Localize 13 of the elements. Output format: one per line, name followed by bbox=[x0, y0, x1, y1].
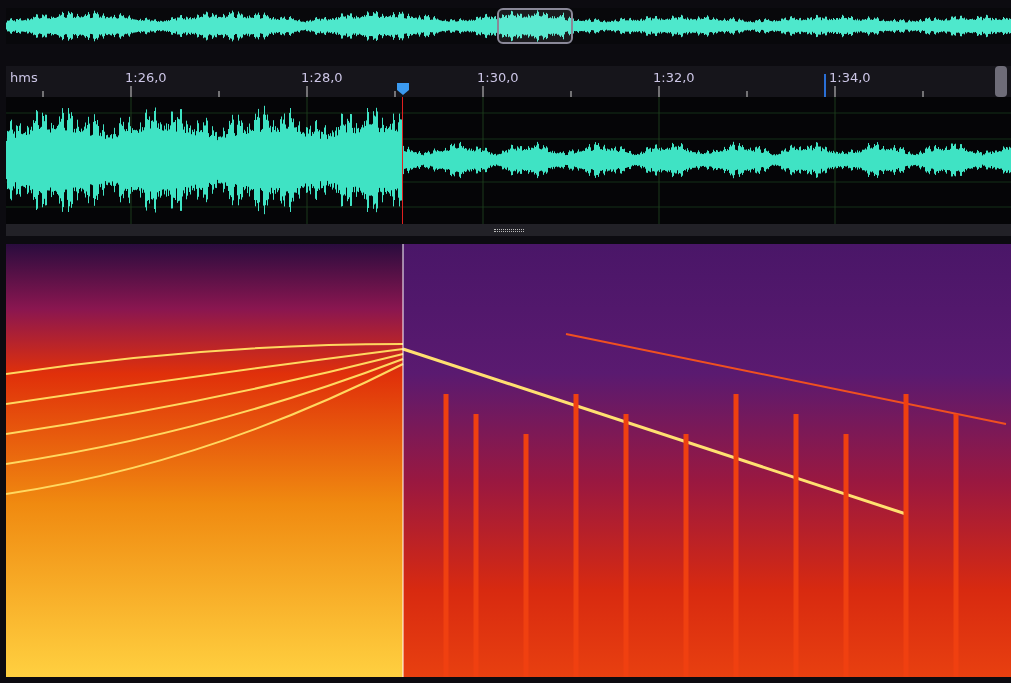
overview-waveform[interactable] bbox=[6, 8, 1011, 44]
time-ruler[interactable]: hms 1:26,0 1:28,0 1:30,0 1:32,0 1:34,0 bbox=[6, 66, 1011, 97]
waveform[interactable] bbox=[6, 97, 1011, 224]
grip-icon bbox=[493, 228, 524, 232]
time-label: 1:34,0 bbox=[829, 69, 871, 87]
time-unit-label: hms bbox=[10, 69, 38, 87]
time-label: 1:26,0 bbox=[125, 69, 167, 87]
time-label: 1:28,0 bbox=[301, 69, 343, 87]
scroll-handle[interactable] bbox=[995, 66, 1007, 97]
visible-range-handle[interactable] bbox=[497, 8, 573, 44]
playhead-marker[interactable] bbox=[397, 83, 409, 95]
time-label: 1:30,0 bbox=[477, 69, 519, 87]
time-label: 1:32,0 bbox=[653, 69, 695, 87]
